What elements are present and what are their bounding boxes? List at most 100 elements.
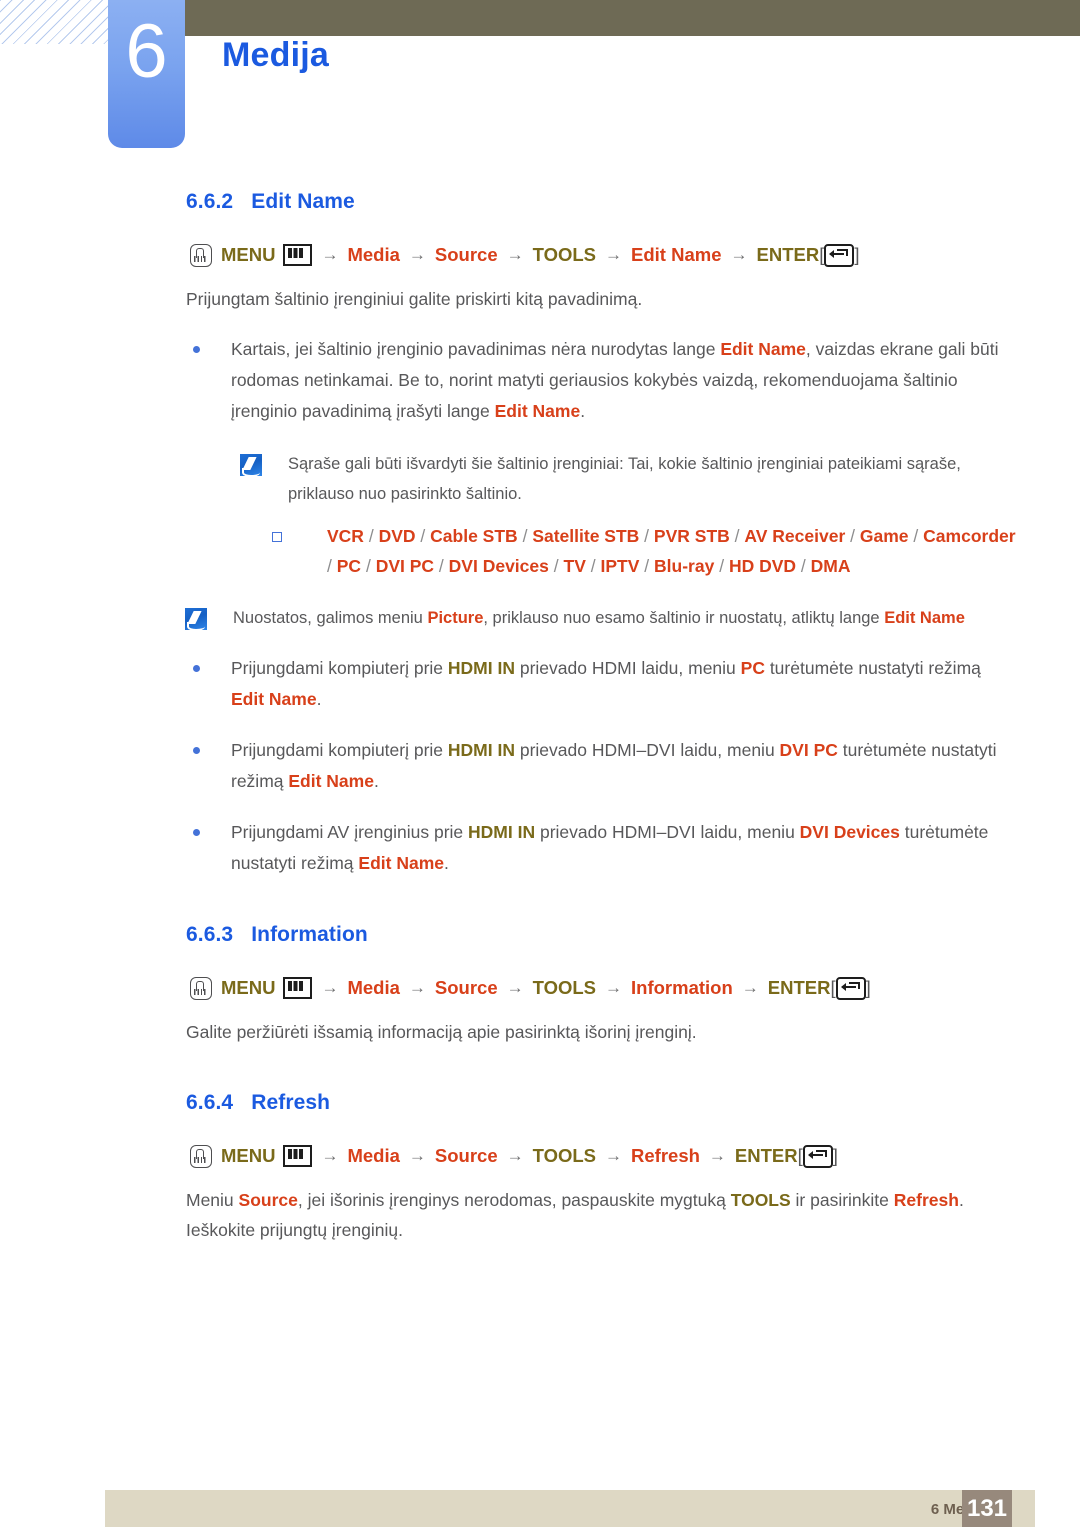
menu-path-refresh: MENU → Media → Source → TOOLS → Refresh … (190, 1143, 1080, 1169)
bracket-open: [ (797, 1145, 803, 1166)
arrow-icon: → (605, 245, 623, 264)
menu-grid-icon (283, 244, 313, 266)
arrow-icon: → (506, 245, 524, 264)
bullet-text-part: prievado HDMI–DVI laidu, meniu (535, 822, 800, 842)
highlight-source: Source (238, 1190, 298, 1210)
menu-path-edit-name: MENU → Media → Source → TOOLS → Edit Nam… (190, 242, 1080, 268)
device-dvi-pc: DVI PC (375, 556, 435, 576)
note-text: Sąraše gali būti išvardyti šie šaltinio … (288, 455, 961, 503)
arrow-icon: → (506, 1146, 524, 1165)
device-hd-dvd: HD DVD (728, 556, 797, 576)
menu-step-tools: TOOLS (532, 1145, 597, 1166)
menu-step-tools: TOOLS (532, 977, 597, 998)
bullet-text-part: . (443, 853, 449, 873)
separator: / (438, 556, 444, 576)
device-tv: TV (563, 556, 586, 576)
section-number: 6.6.3 (186, 923, 234, 946)
arrow-icon: → (408, 978, 426, 997)
menu-step-refresh: Refresh (631, 1145, 700, 1166)
device-vcr: VCR (327, 526, 364, 546)
highlight-dvi-pc: DVI PC (779, 740, 838, 760)
header-olive-bar (185, 0, 1080, 36)
highlight-edit-name: Edit Name (288, 771, 374, 791)
menu-label: MENU (221, 1145, 276, 1166)
bullet-text-part: . (580, 401, 586, 421)
menu-step-source: Source (434, 1145, 498, 1166)
menu-step-information: Information (631, 977, 733, 998)
section-title: Edit Name (251, 190, 355, 213)
bullet-square-icon (272, 532, 282, 542)
bullet-dot-icon (193, 665, 200, 672)
device-list-line-1: VCR / DVD / Cable STB / Satellite STB / … (327, 526, 1016, 576)
footer-bar (105, 1490, 1035, 1527)
device-dvd: DVD (378, 526, 416, 546)
bullet-dot-icon (193, 747, 200, 754)
enter-label: ENTER (734, 1145, 798, 1166)
device-iptv: IPTV (600, 556, 640, 576)
menu-step-source: Source (434, 244, 498, 265)
arrow-icon: → (506, 978, 524, 997)
enter-label: ENTER (767, 977, 831, 998)
arrow-icon: → (708, 1146, 726, 1165)
menu-grid-icon (283, 977, 313, 999)
section-title: Refresh (251, 1091, 331, 1114)
note-text-part: Nuostatos, galimos meniu (233, 609, 428, 627)
note-picture-settings: Nuostatos, galimos meniu Picture, prikla… (185, 603, 1030, 633)
highlight-pc: PC (740, 658, 765, 678)
bullet-text-part: Kartais, jei šaltinio įrenginio pavadini… (231, 339, 721, 359)
hand-press-icon (190, 976, 212, 1000)
separator: / (644, 526, 650, 546)
bracket-close: ] (854, 244, 860, 265)
note-pencil-icon (185, 608, 207, 630)
highlight-edit-name: Edit Name (884, 609, 965, 627)
highlight-hdmi-in: HDMI IN (447, 658, 515, 678)
bracket-close: ] (832, 1145, 838, 1166)
arrow-icon: → (408, 245, 426, 264)
bullet-dot-icon (193, 346, 200, 353)
highlight-hdmi-in: HDMI IN (468, 822, 536, 842)
device-satellite-stb: Satellite STB (532, 526, 640, 546)
bracket-close: ] (865, 977, 871, 998)
bullet-text-part: Prijungdami kompiuterį prie (231, 658, 448, 678)
arrow-icon: → (321, 245, 339, 264)
enter-label: ENTER (756, 244, 820, 265)
list-item-devices: VCR / DVD / Cable STB / Satellite STB / … (272, 521, 1017, 581)
arrow-icon: → (321, 1146, 339, 1165)
highlight-refresh: Refresh (893, 1190, 959, 1210)
menu-grid-icon (283, 1145, 313, 1167)
section-body-refresh: Meniu Source, jei išorinis įrenginys ner… (186, 1185, 1006, 1245)
separator: / (365, 556, 371, 576)
bullet-text-part: turėtumėte nustatyti režimą (764, 658, 981, 678)
menu-step-media: Media (347, 1145, 400, 1166)
list-item: Prijungdami AV įrenginius prie HDMI IN p… (186, 817, 1006, 879)
section-title: Information (251, 923, 368, 946)
bullet-text-part: prievado HDMI laidu, meniu (514, 658, 741, 678)
hand-press-icon (190, 1144, 212, 1168)
arrow-icon: → (408, 1146, 426, 1165)
list-item: Prijungdami kompiuterį prie HDMI IN prie… (186, 653, 1006, 715)
note-pencil-icon (240, 454, 262, 476)
note-text-part: , priklauso nuo esamo šaltinio ir nuosta… (483, 609, 885, 627)
section-heading-information: 6.6.3 Information (186, 923, 1080, 947)
arrow-icon: → (605, 978, 623, 997)
chapter-number: 6 (125, 9, 168, 94)
enter-key-icon (835, 976, 866, 1000)
bullet-text-part: Prijungdami kompiuterį prie (231, 740, 448, 760)
list-item: Prijungdami kompiuterį prie HDMI IN prie… (186, 735, 1006, 797)
bracket-open: [ (830, 977, 836, 998)
menu-step-media: Media (347, 977, 400, 998)
separator: / (553, 556, 559, 576)
arrow-icon: → (730, 245, 748, 264)
separator: / (590, 556, 596, 576)
menu-path-information: MENU → Media → Source → TOOLS → Informat… (190, 975, 1080, 1001)
bullet-dot-icon (193, 829, 200, 836)
device-pvr-stb: PVR STB (653, 526, 730, 546)
menu-step-media: Media (347, 244, 400, 265)
page-number-box: 131 (962, 1490, 1012, 1527)
separator: / (420, 526, 426, 546)
device-bluray: Blu-ray (654, 556, 715, 576)
device-pc: PC (336, 556, 362, 576)
separator: / (368, 526, 374, 546)
section-intro-information: Galite peržiūrėti išsamią informaciją ap… (186, 1022, 697, 1042)
highlight-edit-name: Edit Name (494, 401, 581, 421)
